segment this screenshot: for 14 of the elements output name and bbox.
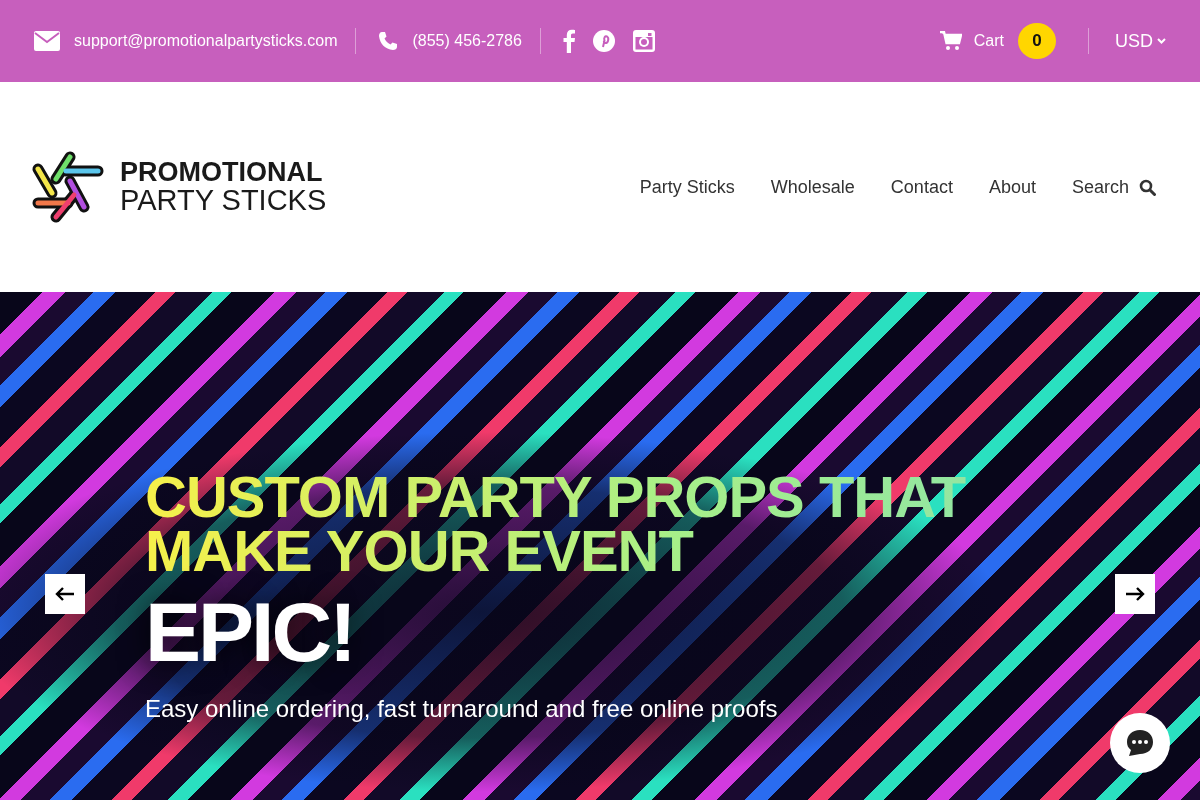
nav-link[interactable]: Wholesale	[770, 176, 855, 198]
cart-count-badge: 0	[1018, 23, 1056, 59]
logo-wordmark[interactable]: PROMOTIONAL	[120, 159, 327, 186]
nav-link[interactable]: Party Sticks	[639, 176, 735, 198]
search-link[interactable]: Search	[1071, 176, 1156, 198]
email-link[interactable]: support@promotionalpartysticks.com	[74, 32, 338, 50]
phone-link[interactable]: (855) 456-2786	[412, 32, 522, 50]
hero-subtitle: Easy online ordering, fast turnaround and free online proofs	[145, 695, 779, 723]
logo-subtitle[interactable]: PARTY STICKS	[120, 186, 327, 215]
hero-accent-text: EPIC!	[145, 584, 355, 681]
cart-link[interactable]: Cart	[973, 32, 1004, 50]
currency-dropdown[interactable]: USD	[1115, 30, 1166, 52]
nav-link[interactable]: About	[988, 176, 1036, 198]
nav-link[interactable]: Contact	[890, 176, 953, 198]
